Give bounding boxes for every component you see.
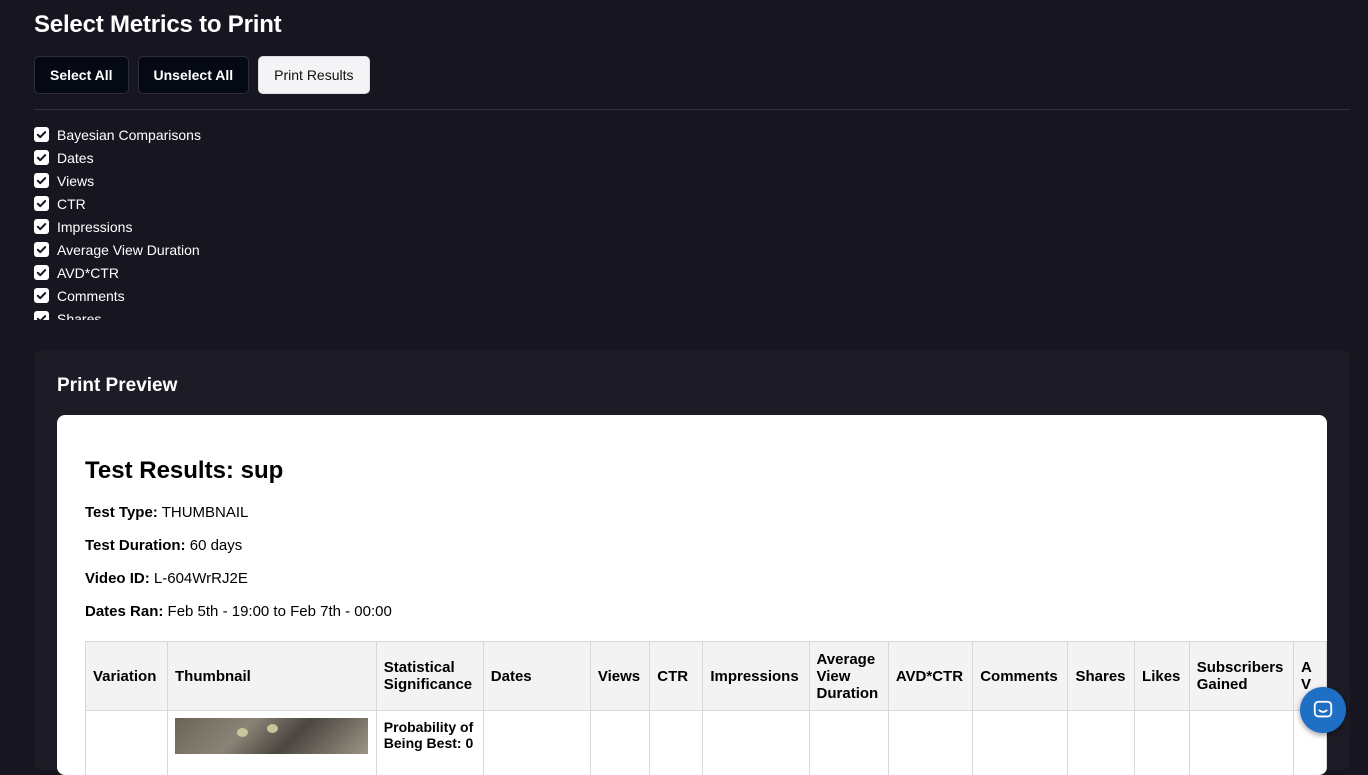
- test-type-value: THUMBNAIL: [162, 504, 249, 521]
- cell-likes: [1135, 711, 1190, 775]
- page-title: Select Metrics to Print: [34, 11, 281, 39]
- metric-label: CTR: [57, 196, 86, 212]
- checkbox[interactable]: [34, 311, 49, 320]
- cell-thumbnail: [168, 711, 377, 775]
- check-icon: [36, 175, 47, 186]
- metric-checkbox-row[interactable]: Dates: [34, 146, 434, 169]
- print-preview-heading: Print Preview: [57, 375, 177, 397]
- metric-checkbox-row[interactable]: Average View Duration: [34, 238, 434, 261]
- metric-label: Bayesian Comparisons: [57, 127, 201, 143]
- chat-launcher-button[interactable]: [1300, 687, 1346, 733]
- checkbox[interactable]: [34, 150, 49, 165]
- test-duration-value: 60 days: [190, 537, 243, 554]
- cat-eye-right: [267, 724, 278, 733]
- video-id-line: Video ID: L-604WrRJ2E: [85, 570, 248, 587]
- dates-ran-value: Feb 5th - 19:00 to Feb 7th - 00:00: [168, 603, 392, 620]
- metric-checkbox-row[interactable]: Views: [34, 169, 434, 192]
- metric-label: Views: [57, 173, 94, 189]
- cell-shares: [1068, 711, 1135, 775]
- checkbox[interactable]: [34, 196, 49, 211]
- cell-avd-ctr: [888, 711, 972, 775]
- metric-checkbox-row[interactable]: AVD*CTR: [34, 261, 434, 284]
- check-icon: [36, 313, 47, 320]
- metric-label: Dates: [57, 150, 94, 166]
- test-type-line: Test Type: THUMBNAIL: [85, 504, 248, 521]
- video-id-value: L-604WrRJ2E: [154, 570, 248, 587]
- check-icon: [36, 152, 47, 163]
- metric-label: Comments: [57, 288, 125, 304]
- metrics-checklist: Bayesian Comparisons Dates Views CTR Impress…: [34, 123, 434, 320]
- results-table: Variation Thumbnail Statistical Signific…: [85, 641, 1327, 775]
- metric-label: Average View Duration: [57, 242, 200, 258]
- metric-checkbox-row[interactable]: Shares: [34, 307, 434, 320]
- cell-variation: [86, 711, 168, 775]
- cell-avd: [809, 711, 888, 775]
- metric-label: Shares: [57, 311, 101, 321]
- col-statistical-significance: Statistical Significance: [376, 642, 483, 711]
- cell-views: [590, 711, 649, 775]
- video-id-label: Video ID:: [85, 570, 150, 587]
- col-thumbnail: Thumbnail: [168, 642, 377, 711]
- col-likes: Likes: [1135, 642, 1190, 711]
- chat-bubble-icon: [1312, 699, 1334, 721]
- col-subscribers-gained: Subscribers Gained: [1189, 642, 1293, 711]
- metric-checkbox-row[interactable]: Impressions: [34, 215, 434, 238]
- dates-ran-line: Dates Ran: Feb 5th - 19:00 to Feb 7th - …: [85, 603, 392, 620]
- unselect-all-button[interactable]: Unselect All: [138, 56, 250, 94]
- cell-ctr: [650, 711, 703, 775]
- table-header-row: Variation Thumbnail Statistical Signific…: [86, 642, 1327, 711]
- metric-checkbox-row[interactable]: CTR: [34, 192, 434, 215]
- cat-eye-left: [237, 728, 248, 737]
- cell-significance: Probability of Being Best: 0: [376, 711, 483, 775]
- check-icon: [36, 221, 47, 232]
- check-icon: [36, 290, 47, 301]
- checkbox[interactable]: [34, 219, 49, 234]
- col-impressions: Impressions: [703, 642, 809, 711]
- checkbox[interactable]: [34, 265, 49, 280]
- metric-label: AVD*CTR: [57, 265, 119, 281]
- checkbox[interactable]: [34, 242, 49, 257]
- col-comments: Comments: [973, 642, 1068, 711]
- check-icon: [36, 129, 47, 140]
- thumbnail-image: [175, 718, 368, 754]
- dates-ran-label: Dates Ran:: [85, 603, 163, 620]
- check-icon: [36, 267, 47, 278]
- button-row: Select All Unselect All Print Results: [34, 56, 370, 94]
- cell-comments: [973, 711, 1068, 775]
- col-shares: Shares: [1068, 642, 1135, 711]
- metric-checkbox-row[interactable]: Bayesian Comparisons: [34, 123, 434, 146]
- metric-checkbox-row[interactable]: Comments: [34, 284, 434, 307]
- metric-label: Impressions: [57, 219, 132, 235]
- checkbox[interactable]: [34, 173, 49, 188]
- print-preview-sheet: Test Results: sup Test Type: THUMBNAIL T…: [57, 415, 1327, 775]
- cell-dates: [483, 711, 590, 775]
- test-duration-line: Test Duration: 60 days: [85, 537, 242, 554]
- check-icon: [36, 198, 47, 209]
- document-title: Test Results: sup: [85, 457, 283, 485]
- cell-impressions: [703, 711, 809, 775]
- print-preview-panel: Print Preview Test Results: sup Test Typ…: [34, 350, 1350, 770]
- test-type-label: Test Type:: [85, 504, 158, 521]
- checkbox[interactable]: [34, 127, 49, 142]
- check-icon: [36, 244, 47, 255]
- test-duration-label: Test Duration:: [85, 537, 186, 554]
- col-ctr: CTR: [650, 642, 703, 711]
- checkbox[interactable]: [34, 288, 49, 303]
- col-average-view-duration: Average View Duration: [809, 642, 888, 711]
- col-dates: Dates: [483, 642, 590, 711]
- print-results-button[interactable]: Print Results: [258, 56, 369, 94]
- table-row: Probability of Being Best: 0: [86, 711, 1327, 775]
- col-avd-ctr: AVD*CTR: [888, 642, 972, 711]
- divider: [34, 109, 1350, 110]
- cell-subscribers: [1189, 711, 1293, 775]
- col-variation: Variation: [86, 642, 168, 711]
- select-all-button[interactable]: Select All: [34, 56, 129, 94]
- col-views: Views: [590, 642, 649, 711]
